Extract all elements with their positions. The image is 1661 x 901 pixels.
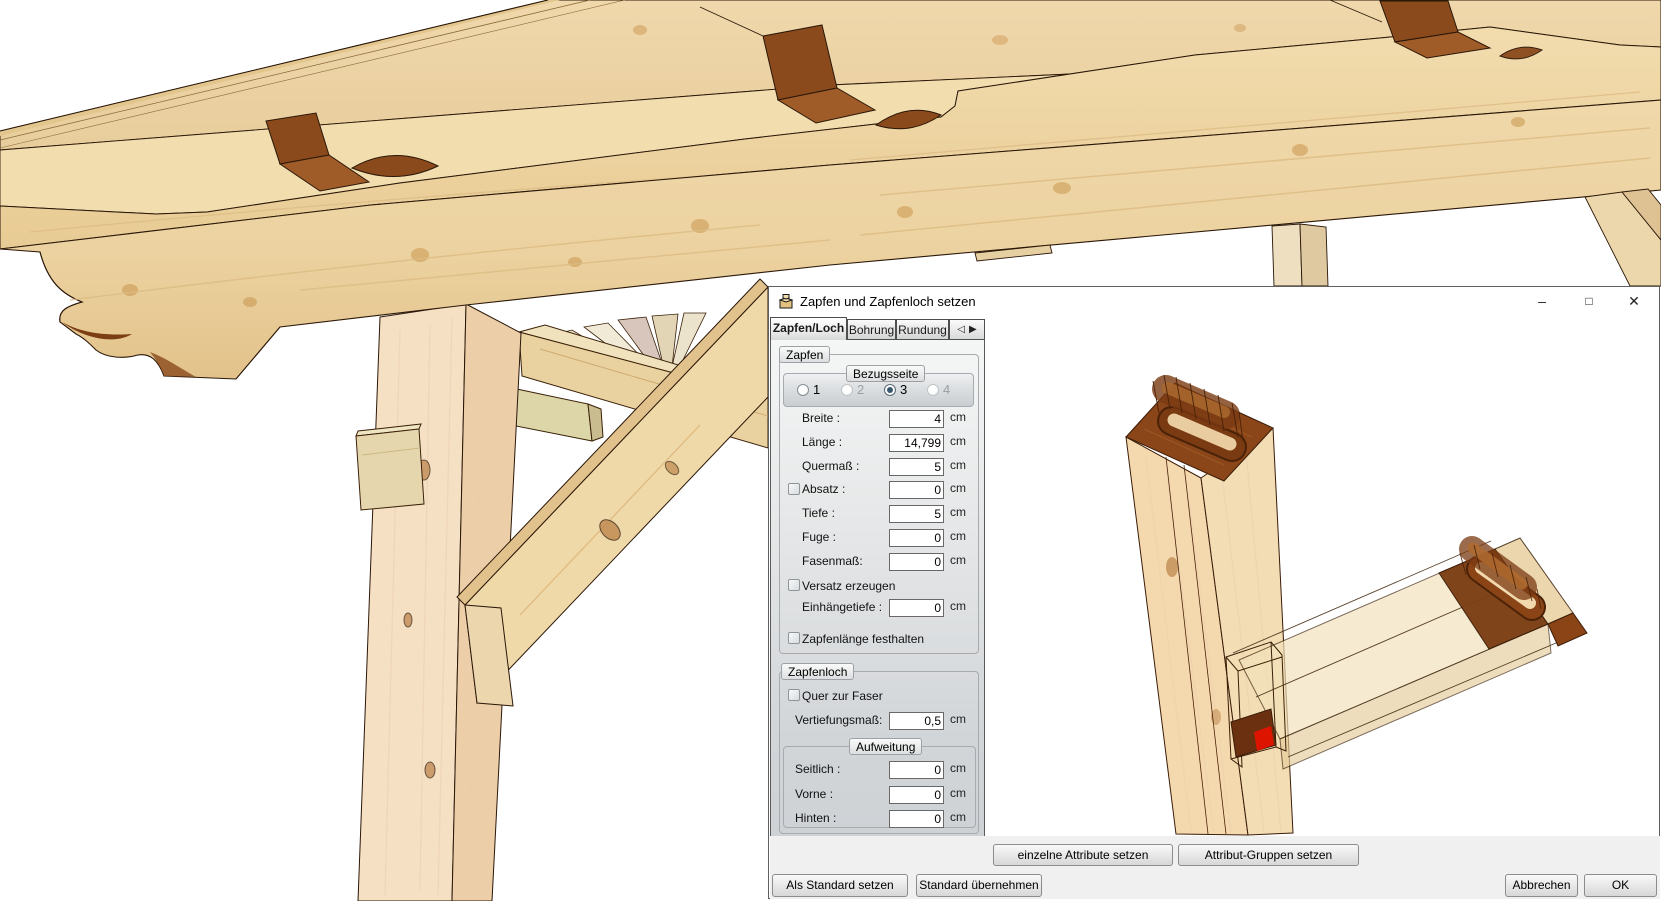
close-button[interactable]: ✕ xyxy=(1617,287,1651,315)
tab-scroll-arrows: ◁▶ xyxy=(949,319,985,340)
tab-bohrung[interactable]: Bohrung xyxy=(847,319,896,340)
dialog-titlebar[interactable]: Zapfen und Zapfenloch setzen – □ ✕ xyxy=(769,287,1659,316)
tab-zapfen-loch[interactable]: Zapfen/Loch xyxy=(770,317,847,340)
standard-uebernehmen-button[interactable]: Standard übernehmen xyxy=(916,874,1042,897)
group-label-bezugsseite: Bezugsseite xyxy=(846,365,925,382)
tabstrip: Zapfen/Loch Bohrung Rundung ◁▶ xyxy=(770,317,985,340)
dialog-zapfen-und-zapfenloch: Zapfen und Zapfenloch setzen – □ ✕ Zapfe… xyxy=(768,286,1660,899)
tab-scroll-left-icon[interactable]: ◁ xyxy=(955,324,967,335)
group-label-zapfenloch: Zapfenloch xyxy=(781,663,854,680)
einzelne-attribute-setzen-button[interactable]: einzelne Attribute setzen xyxy=(993,844,1173,866)
maximize-button[interactable]: □ xyxy=(1572,287,1606,315)
dialog-title: Zapfen und Zapfenloch setzen xyxy=(800,287,976,316)
abbrechen-button[interactable]: Abbrechen xyxy=(1505,874,1578,897)
tab-scroll-right-icon[interactable]: ▶ xyxy=(967,324,979,335)
tenon-dialog-icon xyxy=(778,293,795,310)
beam-end-left-of-post xyxy=(356,424,424,510)
groupbox-zapfen xyxy=(779,354,979,654)
group-label-zapfen: Zapfen xyxy=(779,346,830,363)
preview-background xyxy=(986,317,1659,836)
als-standard-setzen-button[interactable]: Als Standard setzen xyxy=(772,874,908,897)
tab-page-zapfen-loch: Zapfen Bezugsseite 1 2 3 4 Breite : 4 cm… xyxy=(770,340,985,870)
joint-3d-preview[interactable] xyxy=(986,317,1659,836)
attribut-gruppen-setzen-button[interactable]: Attribut-Gruppen setzen xyxy=(1178,844,1359,866)
group-label-aufweitung: Aufweitung xyxy=(849,738,922,755)
ok-button[interactable]: OK xyxy=(1584,874,1657,897)
minimize-button[interactable]: – xyxy=(1525,287,1559,315)
tab-rundung[interactable]: Rundung xyxy=(896,319,949,340)
